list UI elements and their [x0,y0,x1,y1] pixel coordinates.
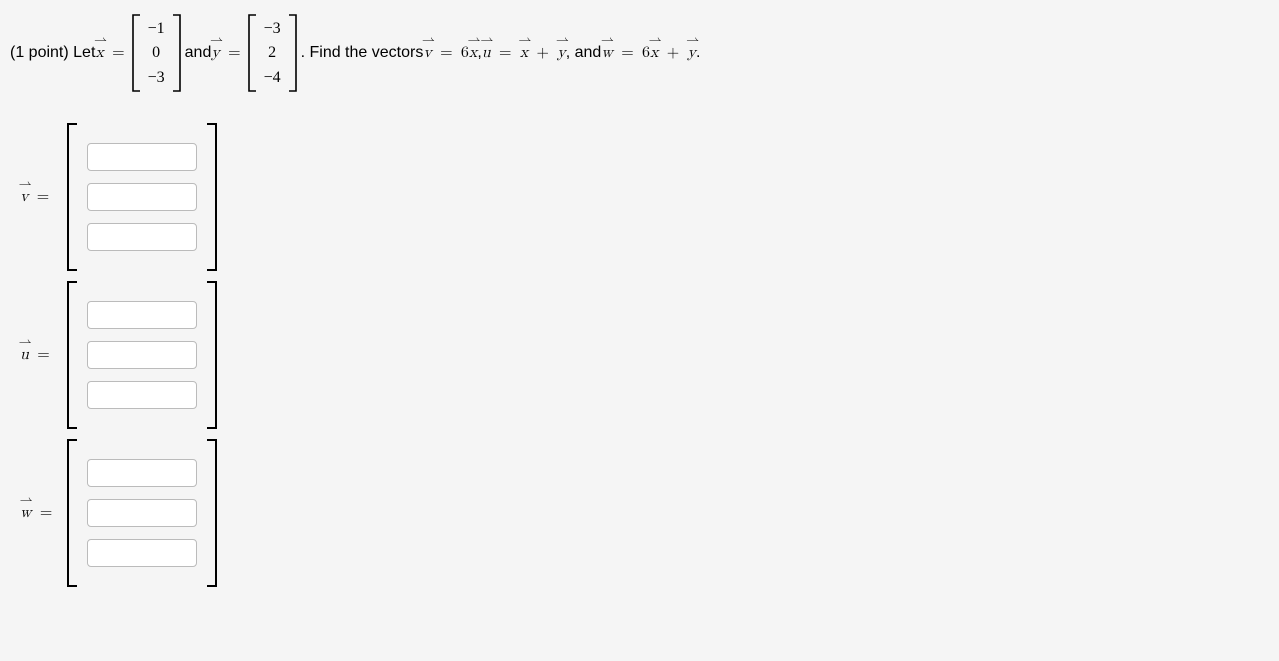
w-input-2[interactable] [87,499,197,527]
v-input-1[interactable] [87,143,197,171]
right-bracket-icon [205,438,219,588]
left-bracket-icon [130,14,142,92]
u-input-2[interactable] [87,341,197,369]
left-bracket-icon [246,14,258,92]
w-definition: w⇀ = 6x⇀ + y⇀ [601,44,696,63]
right-bracket-icon [205,122,219,272]
x-matrix-cell: −3 [148,66,165,89]
left-bracket-icon [65,280,79,430]
right-bracket-icon [287,14,299,92]
y-vector-symbol: y⇀ = [211,44,243,63]
u-label: u⇀ = [20,346,65,365]
v-input-2[interactable] [87,183,197,211]
v-label: v⇀ = [20,188,65,207]
left-bracket-icon [65,122,79,272]
problem-statement: (1 point) Let x⇀ = −1 0 −3 and y⇀ = [10,14,1269,92]
x-matrix-cell: 0 [148,41,165,64]
v-input-3[interactable] [87,223,197,251]
right-bracket-icon [171,14,183,92]
points-text: (1 point) Let [10,44,95,62]
w-input-3[interactable] [87,539,197,567]
x-vector-symbol: x⇀ = [95,44,127,63]
y-matrix-cell: −3 [264,17,281,40]
problem-page: (1 point) Let x⇀ = −1 0 −3 and y⇀ = [0,0,1279,626]
w-answer-matrix [65,438,219,588]
w-input-1[interactable] [87,459,197,487]
u-input-3[interactable] [87,381,197,409]
u-answer-matrix [65,280,219,430]
y-matrix-cell: −4 [264,66,281,89]
comma-and: , and [566,44,602,62]
u-definition: u⇀ = x⇀ + y⇀ [482,44,566,63]
y-matrix-cell: 2 [264,41,281,64]
and-text: and [185,44,212,62]
right-bracket-icon [205,280,219,430]
w-answer-row: w⇀ = [20,438,1269,588]
u-answer-row: u⇀ = [20,280,1269,430]
u-input-1[interactable] [87,301,197,329]
v-definition: v⇀ = 6x⇀ [423,44,477,63]
w-label: w⇀ = [20,504,65,523]
v-answer-row: v⇀ = [20,122,1269,272]
left-bracket-icon [65,438,79,588]
find-text: . Find the vectors [301,44,424,62]
period: . [696,44,700,62]
v-answer-matrix [65,122,219,272]
x-matrix: −1 0 −3 [130,14,183,92]
y-matrix: −3 2 −4 [246,14,299,92]
x-matrix-cell: −1 [148,17,165,40]
